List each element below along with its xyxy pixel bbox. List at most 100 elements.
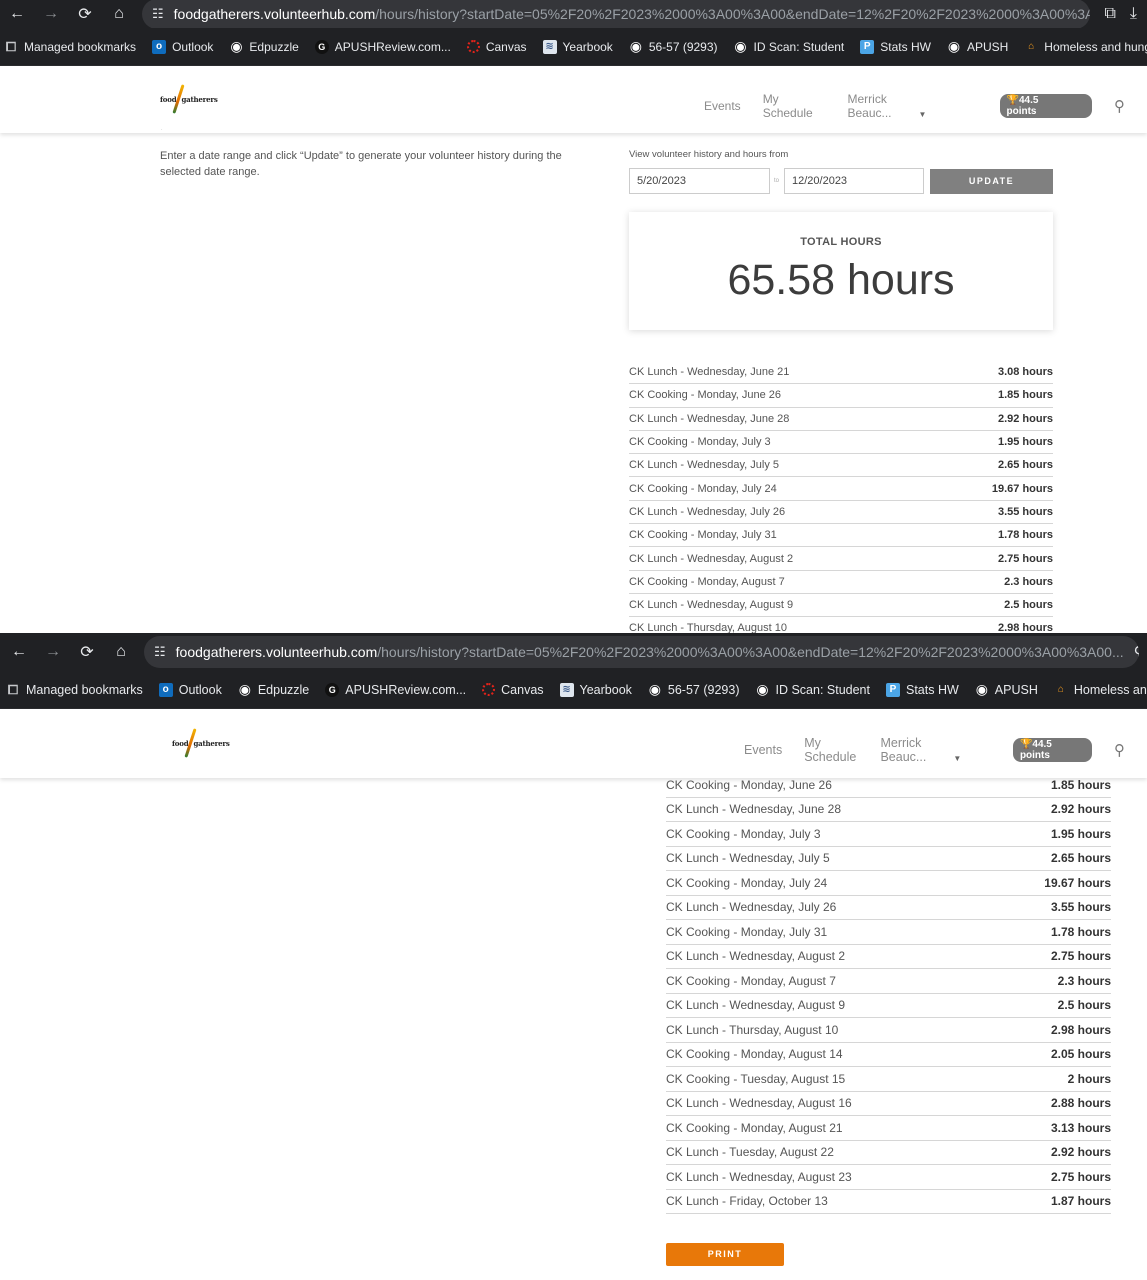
folder-icon: ⧠ [7,681,19,697]
event-hours: 2.88 hours [1050,1096,1111,1111]
event-hours: 1.78 hours [997,529,1053,542]
address-bar[interactable]: ☷ foodgatherers.volunteerhub.com/hours/h… [144,636,1139,668]
bookmark-item[interactable]: P Stats HW [860,39,931,54]
user-menu[interactable]: Merrick Beauc... ▼ [847,92,977,120]
event-name: CK Cooking - Monday, June 26 [629,389,782,402]
print-button[interactable]: PRINT [666,1243,784,1266]
nav-my-schedule[interactable]: My Schedule [804,736,858,764]
points-text: 44.5 points [1006,95,1039,117]
forward-icon[interactable]: → [42,643,64,661]
event-hours: 19.67 hours [991,482,1053,495]
nav-my-schedule[interactable]: My Schedule [763,92,826,120]
event-name: CK Lunch - Wednesday, August 23 [666,1169,852,1184]
bookmark-item[interactable]: P Stats HW [886,682,959,697]
extensions-icon[interactable]: ⧉ [1104,5,1115,23]
site-info-icon[interactable]: ☷ [152,6,164,22]
event-hours: 2.65 hours [997,459,1053,472]
hours-row: CK Lunch - Wednesday, July 26 3.55 hours [629,501,1053,525]
reload-icon[interactable]: ⟳ [76,642,98,662]
search-icon[interactable]: ⚲ [1114,97,1125,115]
total-hours-card: TOTAL HOURS 65.58 hours [629,212,1053,330]
browser-toolbar: ← → ⟳ ⌂ ☷ foodgatherers.volunteerhub.com… [0,633,1147,671]
hours-row: CK Cooking - Monday, August 14 2.05 hours [666,1043,1111,1067]
update-button[interactable]: UPDATE [930,169,1053,194]
start-date-input[interactable] [629,168,770,194]
site-info-icon[interactable]: ☷ [154,644,166,660]
end-date-input[interactable] [784,168,924,194]
bookmark-item[interactable]: G APUSHReview.com... [314,39,451,54]
bookmark-item[interactable]: Canvas [466,40,527,54]
nav-events[interactable]: Events [744,743,782,757]
event-hours: 2 hours [1067,1071,1111,1086]
back-icon[interactable]: ← [8,643,30,661]
bookmark-item[interactable]: o Outlook [152,39,213,54]
event-hours: 2.92 hours [1050,1145,1111,1160]
food-gatherers-logo[interactable]: food gatherers [172,728,230,758]
nav-events[interactable]: Events [704,99,741,113]
url-path: /hours/history?startDate=05%2F20%2F2023%… [377,644,1124,660]
bookmark-item[interactable]: ◉ ID Scan: Student [755,681,870,697]
event-name: CK Lunch - Wednesday, August 2 [629,552,794,565]
canvas-icon [466,40,480,53]
bookmark-item[interactable]: ≋ Yearbook [542,39,613,54]
bookmark-item[interactable]: ⌂ Homeless and hung... [1054,683,1147,697]
hours-row: CK Cooking - Monday, June 26 1.85 hours [629,384,1053,408]
zoom-icon[interactable]: ⚲ [1134,643,1139,661]
home-icon: ⌂ [1028,41,1035,52]
event-hours: 3.55 hours [997,505,1053,518]
hours-row: CK Lunch - Friday, October 13 1.87 hours [666,1190,1111,1214]
hours-row: CK Cooking - Monday, August 7 2.3 hours [666,969,1111,994]
points-badge[interactable]: 🏆44.5 points [1012,738,1092,762]
event-name: CK Cooking - Monday, August 7 [666,973,836,988]
bookmark-item[interactable]: ◉ APUSH [975,681,1038,697]
hours-row: CK Lunch - Wednesday, August 9 2.5 hours [666,994,1111,1018]
bookmark-item[interactable]: ◉ ID Scan: Student [734,38,844,54]
food-gatherers-logo[interactable]: food gatherers [160,84,218,114]
bookmark-item[interactable]: ≋ Yearbook [559,682,632,697]
bookmark-label: 56-57 (9293) [667,682,740,697]
event-hours: 2.3 hours [1057,973,1111,988]
globe-icon: ◉ [975,681,988,697]
event-hours: 1.95 hours [997,436,1053,449]
date-range-label: View volunteer history and hours from [629,149,789,160]
hours-row: CK Cooking - Monday, July 31 1.78 hours [629,524,1053,548]
address-bar[interactable]: ☷ foodgatherers.volunteerhub.com/hours/h… [142,0,1091,29]
event-name: CK Lunch - Wednesday, July 5 [666,851,830,866]
event-hours: 19.67 hours [1044,875,1111,890]
forward-icon[interactable]: → [40,5,62,23]
bookmark-item[interactable]: G APUSHReview.com... [325,682,466,697]
hours-row: CK Lunch - Wednesday, July 5 2.65 hours [629,454,1053,478]
hours-list: CK Lunch - Wednesday, June 21 3.08 hours C… [629,361,1053,633]
bookmark-item[interactable]: o Outlook [158,682,222,697]
bookmark-item[interactable]: Canvas [482,683,544,697]
event-name: CK Cooking - Monday, June 26 [666,777,832,792]
event-name: CK Lunch - Wednesday, June 21 [629,366,790,379]
hours-row: CK Lunch - Wednesday, June 21 3.08 hours [629,361,1053,385]
bookmark-label: Outlook [178,682,222,697]
event-hours: 3.55 hours [1050,900,1111,915]
event-name: CK Cooking - Monday, July 3 [629,436,771,449]
home-icon[interactable]: ⌂ [108,5,130,23]
browser-toolbar: ← → ⟳ ⌂ ☷ foodgatherers.volunteerhub.com… [0,0,1147,29]
bookmark-item[interactable]: ⧠ Managed bookmarks [6,681,143,697]
bookmark-item[interactable]: ◉ 56-57 (9293) [629,38,718,54]
search-icon[interactable]: ⚲ [1114,741,1125,759]
bookmark-item[interactable]: ◉ APUSH [947,38,1008,54]
bookmark-item[interactable]: ⧠ Managed bookmarks [4,39,137,54]
event-name: CK Lunch - Friday, October 13 [666,1194,828,1209]
reload-icon[interactable]: ⟳ [74,4,96,24]
bookmark-item[interactable]: ◉ 56-57 (9293) [648,681,740,697]
back-icon[interactable]: ← [6,5,28,23]
event-name: CK Lunch - Wednesday, August 9 [629,599,794,612]
points-badge[interactable]: 🏆44.5 points [999,94,1092,118]
home-icon[interactable]: ⌂ [110,643,132,661]
screenshot-bottom: ← → ⟳ ⌂ ☷ foodgatherers.volunteerhub.com… [0,633,1147,1280]
user-menu[interactable]: Merrick Beauc... ▼ [880,736,990,764]
bookmark-item[interactable]: ◉ Edpuzzle [229,38,298,54]
bookmark-item[interactable]: ⌂ Homeless and hung... [1024,40,1147,54]
event-name: CK Lunch - Wednesday, July 5 [629,459,780,472]
bookmark-label: Managed bookmarks [24,39,137,54]
yearbook-icon: ≋ [542,39,557,54]
bookmark-item[interactable]: ◉ Edpuzzle [238,681,310,697]
download-icon[interactable]: ⤓ [1130,5,1137,23]
